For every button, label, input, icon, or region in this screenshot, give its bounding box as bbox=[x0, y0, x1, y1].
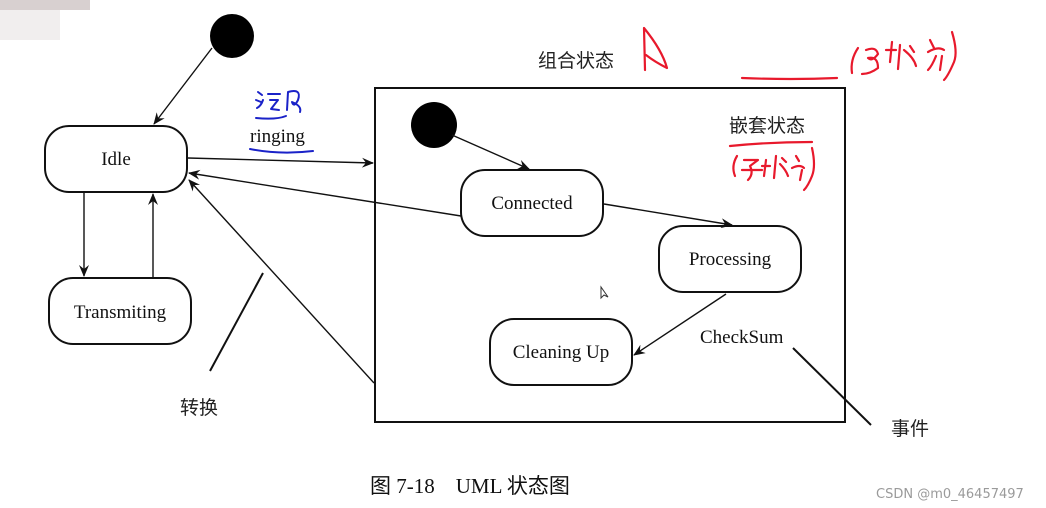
callout-line-event bbox=[792, 347, 872, 426]
state-idle-label: Idle bbox=[101, 149, 131, 170]
transition-ringing bbox=[187, 157, 374, 168]
state-transmiting-label: Transmiting bbox=[74, 302, 167, 323]
event-label-checksum: CheckSum bbox=[700, 327, 784, 348]
handwritten-red-underline bbox=[740, 76, 839, 81]
state-processing-label: Processing bbox=[689, 249, 772, 270]
handwritten-red-superstate bbox=[850, 30, 957, 82]
corner-artifact-2 bbox=[0, 10, 60, 40]
transition-composite-to-idle bbox=[188, 179, 375, 384]
state-transmiting[interactable]: Transmiting bbox=[48, 277, 192, 345]
transition-event-label: ringing bbox=[250, 126, 305, 147]
nested-state-label: 嵌套状态 bbox=[729, 115, 805, 137]
handwritten-red-nested-underline bbox=[728, 140, 814, 148]
handwritten-red-annotation-a bbox=[642, 26, 669, 72]
mouse-cursor-icon bbox=[600, 285, 609, 300]
transition-connected-to-idle bbox=[188, 169, 462, 217]
corner-artifact bbox=[0, 0, 90, 10]
initial-state-outer bbox=[210, 14, 254, 58]
transition-connected-to-processing bbox=[603, 203, 733, 229]
handwritten-red-substate bbox=[732, 146, 816, 192]
initial-state-inner bbox=[411, 102, 457, 148]
callout-line-transition bbox=[209, 272, 264, 372]
state-cleaning-up-label: Cleaning Up bbox=[513, 342, 610, 363]
transition-initial-to-idle bbox=[153, 47, 213, 125]
state-connected-label: Connected bbox=[491, 193, 573, 214]
callout-event-label: 事件 bbox=[891, 418, 929, 440]
transition-inner-initial-to-connected bbox=[451, 134, 530, 170]
figure-caption: 图 7-18 UML 状态图 bbox=[370, 474, 570, 498]
state-processing[interactable]: Processing bbox=[658, 225, 802, 293]
callout-transition-label: 转换 bbox=[180, 397, 218, 419]
state-idle[interactable]: Idle bbox=[44, 125, 188, 193]
state-connected[interactable]: Connected bbox=[460, 169, 604, 237]
composite-state-label: 组合状态 bbox=[538, 50, 614, 72]
state-cleaning-up[interactable]: Cleaning Up bbox=[489, 318, 633, 386]
watermark: CSDN @m0_46457497 bbox=[876, 487, 1024, 502]
uml-state-diagram: Idle Transmiting Connected Processing Cl… bbox=[0, 0, 1024, 502]
